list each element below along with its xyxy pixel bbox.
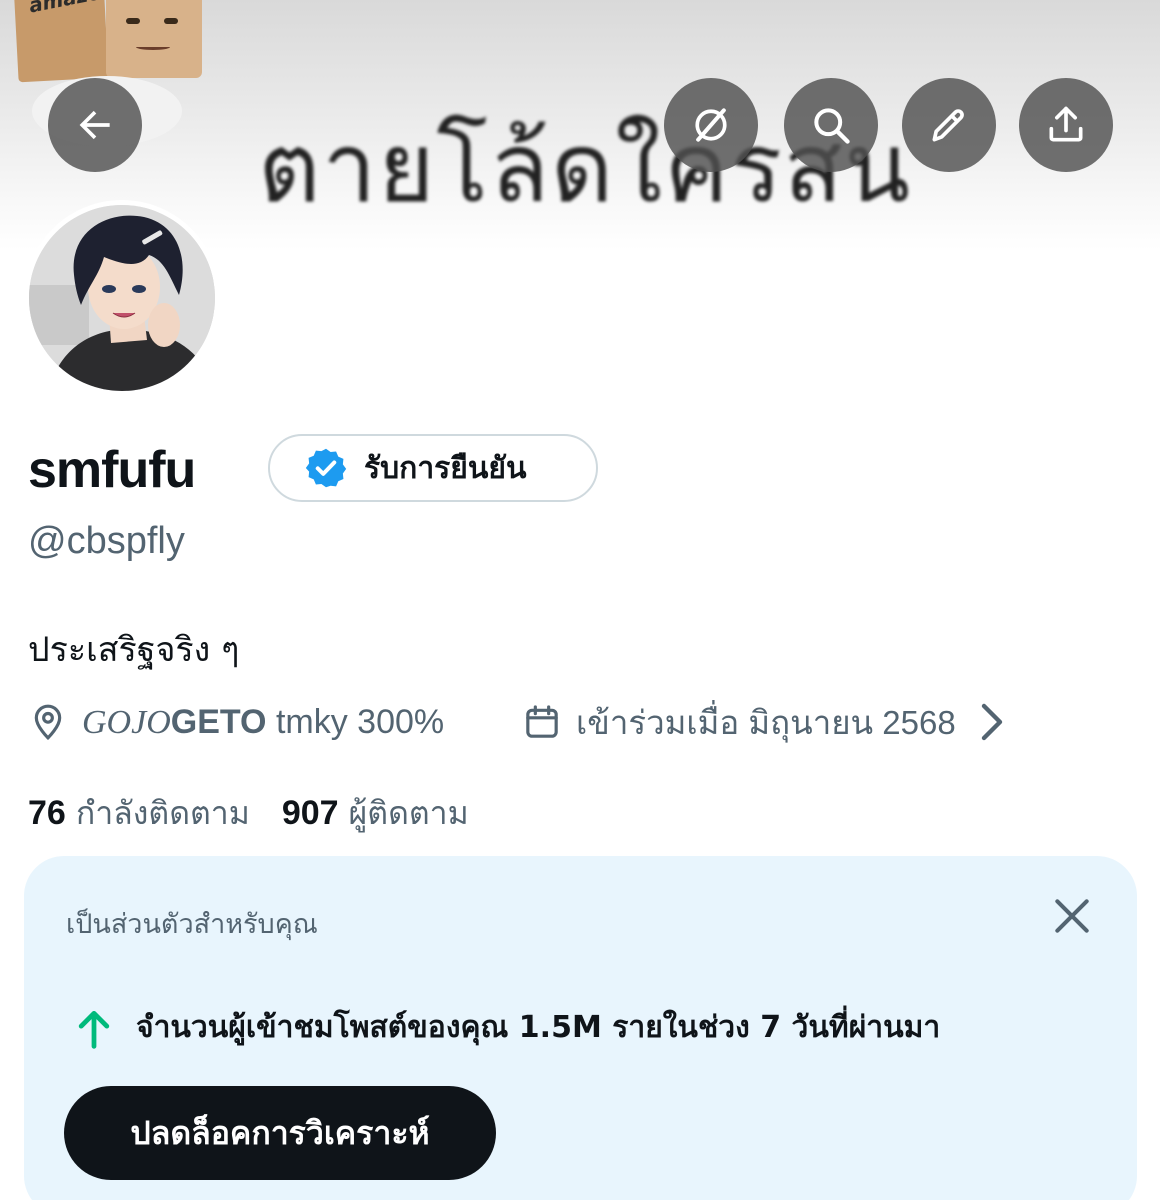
location-pin-icon (34, 704, 62, 741)
share-upload-icon (1049, 106, 1083, 142)
banner-eye-right (164, 18, 178, 24)
search-icon (814, 108, 850, 144)
location-part-gojo: GOJO (82, 703, 171, 741)
grok-button[interactable] (664, 78, 758, 172)
avatar-image (29, 205, 215, 391)
close-icon[interactable] (1050, 894, 1094, 938)
personalized-card: เป็นส่วนตัวสำหรับคุณ จำนวนผู้เข้าชมโพสต์… (24, 856, 1137, 1200)
share-button[interactable] (1019, 78, 1113, 172)
profile-bio: ประเสริฐจริง ๆ (28, 630, 240, 670)
chevron-right-icon (981, 703, 1002, 741)
profile-avatar[interactable] (24, 200, 220, 396)
pencil-icon (932, 109, 964, 142)
calendar-icon (526, 705, 558, 738)
arrow-left-icon (79, 110, 110, 140)
location-text: GOJOGETO tmky 300% (82, 703, 444, 742)
card-title: เป็นส่วนตัวสำหรับคุณ (66, 909, 318, 940)
banner-box: amazon (13, 0, 117, 83)
post-views-text: จำนวนผู้เข้าชมโพสต์ของคุณ 1.5M รายในช่วง… (136, 1010, 941, 1045)
post-views-stat: จำนวนผู้เข้าชมโพสต์ของคุณ 1.5M รายในช่วง… (74, 1004, 940, 1051)
profile-location: GOJOGETO tmky 300% (28, 700, 444, 744)
get-verified-label: รับการยืนยัน (364, 450, 527, 486)
banner-mouth (136, 44, 170, 50)
followers-count[interactable]: 907 (282, 794, 339, 833)
followers-label[interactable]: ผู้ติดตาม (349, 788, 469, 839)
follow-stats: 76 กำลังติดตาม 907 ผู้ติดตาม (28, 788, 501, 839)
banner-face (106, 0, 202, 78)
location-part-geto: GETO (170, 702, 267, 741)
get-verified-button[interactable]: รับการยืนยัน (268, 434, 598, 502)
location-part-rest: tmky 300% (266, 702, 445, 741)
verified-badge-icon (305, 448, 347, 488)
banner-eye-left (126, 18, 140, 24)
unlock-analytics-button[interactable]: ปลดล็อคการวิเคราะห์ (64, 1086, 496, 1180)
joined-text: เข้าร่วมเมื่อ มิถุนายน 2568 (576, 703, 956, 741)
avatar-illustration (29, 205, 215, 391)
user-handle: @cbspfly (28, 520, 185, 562)
arrow-up-icon (78, 1010, 110, 1049)
back-button[interactable] (48, 78, 142, 172)
slash-circle-icon (695, 108, 727, 142)
following-count[interactable]: 76 (28, 794, 66, 833)
following-label[interactable]: กำลังติดตาม (76, 788, 250, 839)
joined-date-link[interactable]: เข้าร่วมเมื่อ มิถุนายน 2568 (522, 700, 1012, 744)
search-button[interactable] (784, 78, 878, 172)
banner-box-text: amazon (27, 0, 117, 18)
display-name: smfufu (28, 441, 196, 499)
edit-button[interactable] (902, 78, 996, 172)
